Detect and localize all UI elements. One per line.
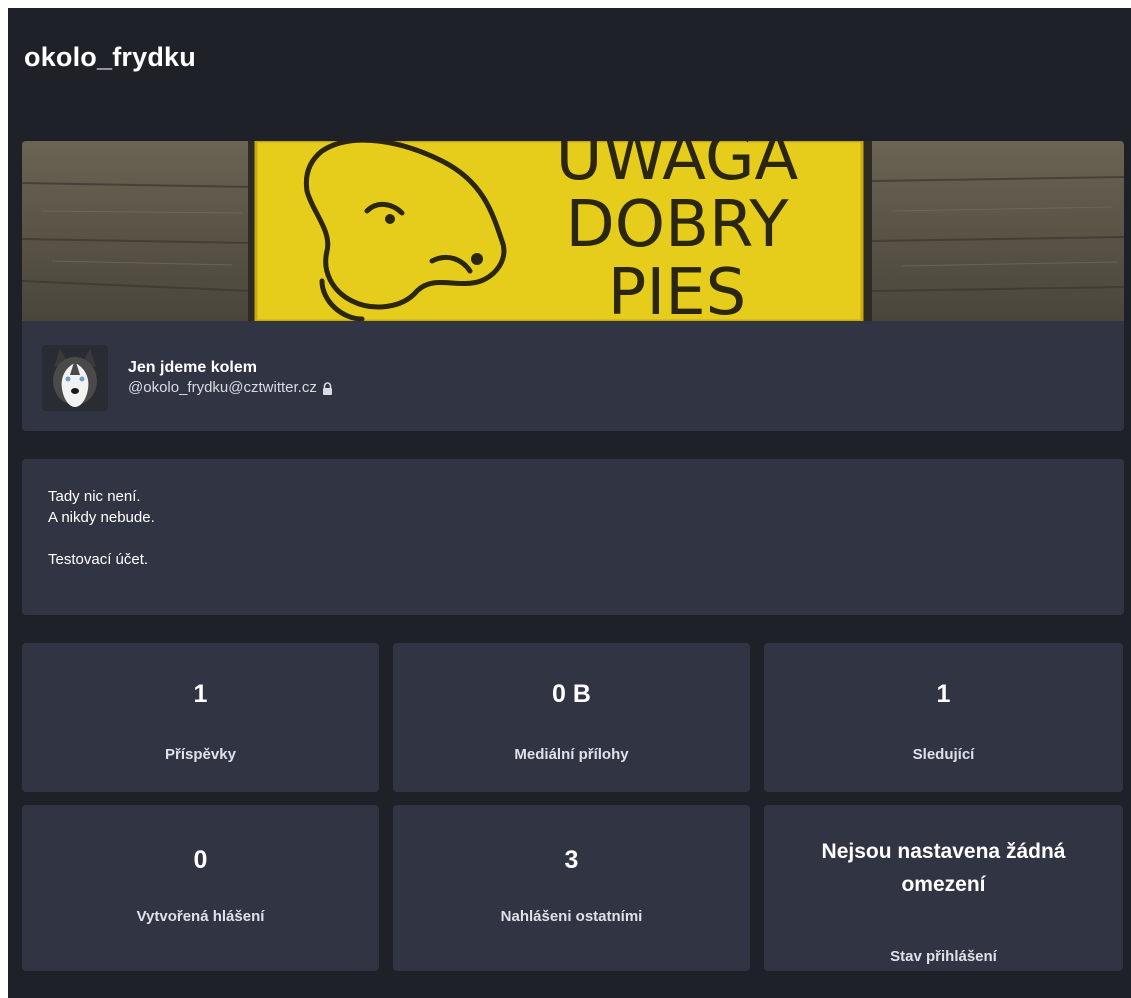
account-card: UWAGA DOBRY PIES Jen jdeme kolem @okolo_… — [22, 141, 1124, 431]
display-name: Jen jdeme kolem — [128, 359, 257, 376]
stat-reports-created[interactable]: 0 Vytvořená hlášení — [22, 805, 379, 971]
stat-value: Nejsou nastavena žádná omezení — [821, 840, 1066, 896]
stat-label: Stav přihlášení — [890, 948, 997, 965]
lock-icon — [322, 381, 333, 395]
stat-label: Nahlášeni ostatními — [500, 908, 643, 925]
stat-value: 0 — [193, 846, 208, 874]
bio-line: Tady nic není. — [48, 488, 141, 505]
account-identity: Jen jdeme kolem @okolo_frydku@cztwitter.… — [42, 345, 333, 411]
stat-login-status[interactable]: Nejsou nastavena žádná omezení Stav přih… — [764, 805, 1123, 971]
stat-value: 0 B — [552, 680, 591, 708]
stat-value: 3 — [564, 846, 579, 874]
stat-label: Sledující — [912, 746, 975, 763]
stat-reported-by-others[interactable]: 3 Nahlášeni ostatními — [393, 805, 750, 971]
stat-label: Příspěvky — [165, 746, 236, 763]
header-banner-image: UWAGA DOBRY PIES — [22, 141, 1124, 321]
banner-sign-line-3: PIES — [608, 256, 747, 321]
stat-media-attachments[interactable]: 0 B Mediální přílohy — [393, 643, 750, 792]
stat-label: Vytvořená hlášení — [136, 908, 265, 925]
banner-sign-line-1: UWAGA — [556, 141, 799, 195]
account-handle: @okolo_frydku@cztwitter.cz — [128, 379, 317, 396]
stat-value: 1 — [193, 680, 208, 708]
page-title: okolo_frydku — [24, 42, 196, 72]
avatar[interactable] — [42, 345, 108, 411]
stat-posts[interactable]: 1 Příspěvky — [22, 643, 379, 792]
stat-value: 1 — [936, 680, 951, 708]
bio-line: A nikdy nebude. — [48, 509, 155, 526]
stat-followers[interactable]: 1 Sledující — [764, 643, 1123, 792]
admin-account-page: okolo_frydku UWAGA DOBRY PIES Jen jdeme … — [8, 8, 1131, 998]
account-bio: Tady nic není. A nikdy nebude. Testovací… — [22, 459, 1124, 615]
stat-label: Mediální přílohy — [514, 746, 629, 763]
bio-line: Testovací účet. — [48, 551, 149, 568]
banner-sign-line-2: DOBRY — [565, 188, 789, 262]
